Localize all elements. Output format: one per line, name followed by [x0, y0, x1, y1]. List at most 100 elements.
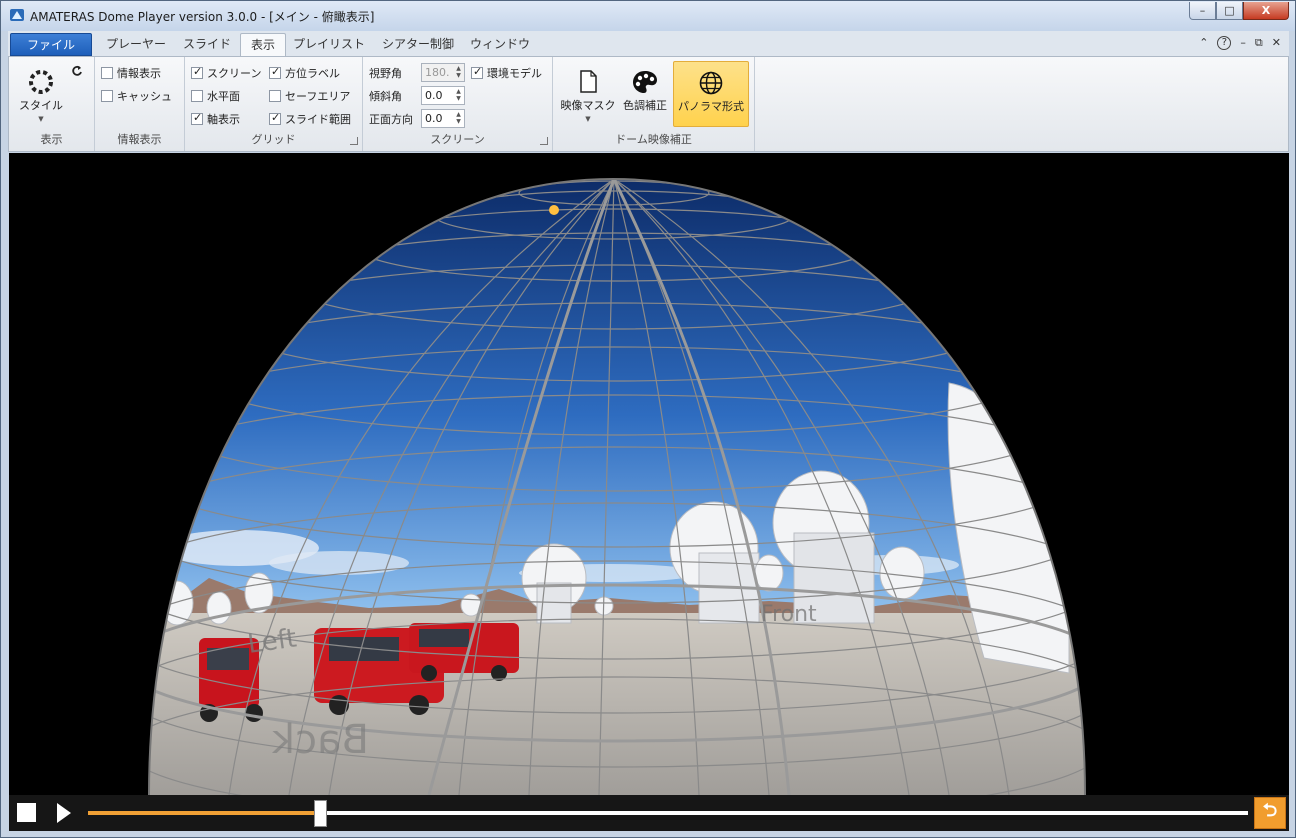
- ribbon-panel: スタイル ▼ 表示 情報表示 キャッシュ 情報表示 ✓ スクリーン 水平面 ✓ …: [8, 56, 1289, 152]
- video-mask-button[interactable]: 映像マスク ▼: [557, 61, 619, 127]
- field-tilt: 傾斜角 0.0 ▲ ▼: [369, 86, 465, 105]
- field-value: 180.: [425, 66, 450, 79]
- mdi-minimize-icon[interactable]: –: [1240, 36, 1246, 50]
- player-bar: ⮌: [9, 795, 1289, 831]
- checkbox-box[interactable]: [269, 65, 281, 79]
- checkbox-label: 軸表示: [207, 113, 240, 126]
- seek-thumb[interactable]: [314, 800, 327, 827]
- group-label-grid: グリッド: [251, 133, 296, 146]
- group-view: スタイル ▼ 表示: [9, 57, 95, 151]
- tab-file[interactable]: ファイル: [10, 33, 92, 56]
- panorama-format-button[interactable]: パノラマ形式: [673, 61, 749, 127]
- minimize-button[interactable]: –: [1189, 2, 1216, 20]
- checkbox-label: 環境モデル: [487, 67, 542, 80]
- field-label: 正面方向: [369, 112, 413, 126]
- stop-button[interactable]: [17, 803, 36, 822]
- ribbon-right-controls: ⌃ ? – ⧉ ✕: [1199, 36, 1281, 50]
- checkbox-label: 方位ラベル: [285, 67, 340, 80]
- spinner-icon: ▲ ▼: [456, 65, 461, 79]
- title-bar: AMATERAS Dome Player version 3.0.0 - [メイ…: [1, 1, 1295, 31]
- mdi-close-icon[interactable]: ✕: [1272, 36, 1281, 50]
- field-front-direction: 正面方向 0.0 ▲ ▼: [369, 109, 465, 128]
- ribbon-collapse-icon[interactable]: ⌃: [1199, 36, 1208, 50]
- video-mask-icon: [580, 70, 597, 93]
- loop-icon: ⮌: [1262, 800, 1278, 821]
- tilt-input[interactable]: 0.0 ▲ ▼: [421, 86, 465, 105]
- checkbox-label: セーフエリア: [285, 90, 351, 103]
- checkbox-box[interactable]: [101, 90, 113, 102]
- group-label-info: 情報表示: [117, 133, 162, 146]
- group-label-screen: スクリーン: [430, 133, 485, 146]
- seek-track[interactable]: [88, 811, 1248, 815]
- window-title: AMATERAS Dome Player version 3.0.0 - [メイ…: [30, 10, 375, 24]
- fov-input: 180. ▲ ▼: [421, 63, 465, 82]
- style-button[interactable]: スタイル ▼: [15, 61, 67, 127]
- field-label: 視野角: [369, 66, 402, 80]
- dialog-launcher-icon[interactable]: [350, 137, 358, 145]
- checkbox-label: 情報表示: [117, 67, 161, 80]
- dialog-launcher-icon[interactable]: [540, 137, 548, 145]
- tab-slide[interactable]: スライド: [173, 33, 241, 56]
- checkbox-screen[interactable]: スクリーン: [191, 65, 261, 81]
- style-ring-icon: [29, 70, 53, 94]
- checkbox-label: スライド範囲: [285, 113, 351, 126]
- checkbox-label: 水平面: [207, 90, 240, 103]
- spinner-icon[interactable]: ▲ ▼: [454, 88, 463, 103]
- checkbox-box[interactable]: [269, 111, 281, 125]
- app-logo-icon: [10, 9, 24, 21]
- direction-label-front: Front: [761, 602, 817, 627]
- tab-view[interactable]: 表示: [240, 33, 287, 56]
- checkbox-azimuth-label[interactable]: 方位ラベル: [269, 65, 340, 81]
- group-label-view: 表示: [40, 133, 63, 146]
- color-correction-button[interactable]: 色調補正: [619, 61, 671, 127]
- loop-button[interactable]: ⮌: [1254, 797, 1286, 829]
- checkbox-cache[interactable]: キャッシュ: [101, 88, 172, 104]
- front-direction-input[interactable]: 0.0 ▲ ▼: [421, 109, 465, 128]
- field-value: 0.0: [425, 89, 443, 102]
- play-button[interactable]: [57, 803, 71, 823]
- group-dome-correction: 映像マスク ▼ 色調補正 パノラマ形式 ドーム映像補正: [553, 57, 755, 151]
- close-button[interactable]: X: [1243, 2, 1289, 20]
- dome-viewport[interactable]: Left Front Back: [9, 153, 1289, 795]
- sun-spot: [549, 205, 559, 215]
- checkbox-info-display[interactable]: 情報表示: [101, 65, 161, 81]
- checkbox-slide-range[interactable]: スライド範囲: [269, 111, 351, 127]
- checkbox-box[interactable]: [191, 111, 203, 125]
- spinner-icon[interactable]: ▲ ▼: [454, 111, 463, 126]
- ribbon-tabbar: ファイル プレーヤー スライド 表示 プレイリスト シアター制御 ウィンドウ ⌃…: [8, 31, 1289, 56]
- checkbox-box[interactable]: [269, 90, 281, 102]
- checkbox-label: スクリーン: [207, 67, 262, 80]
- tab-window[interactable]: ウィンドウ: [460, 33, 540, 56]
- checkbox-axis-display[interactable]: 軸表示: [191, 111, 240, 127]
- tab-player[interactable]: プレーヤー: [96, 33, 176, 56]
- color-correction-label: 色調補正: [623, 99, 667, 112]
- checkbox-box[interactable]: [191, 90, 203, 102]
- help-icon[interactable]: ?: [1217, 36, 1232, 50]
- checkbox-box[interactable]: [191, 65, 203, 79]
- tab-playlist[interactable]: プレイリスト: [283, 33, 375, 56]
- maximize-button[interactable]: □: [1216, 2, 1243, 20]
- chevron-down-icon: ▼: [38, 115, 44, 123]
- group-grid: スクリーン 水平面 軸表示 方位ラベル セーフエリア スライド範囲: [185, 57, 363, 151]
- reset-icon[interactable]: [71, 65, 83, 77]
- video-mask-label: 映像マスク: [560, 99, 616, 112]
- app-window: AMATERAS Dome Player version 3.0.0 - [メイ…: [0, 0, 1296, 838]
- group-label-dome-correction: ドーム映像補正: [615, 133, 692, 146]
- checkbox-safe-area[interactable]: セーフエリア: [269, 88, 350, 104]
- checkbox-horizontal-plane[interactable]: 水平面: [191, 88, 240, 104]
- checkbox-box[interactable]: [471, 65, 483, 79]
- tab-theater-control[interactable]: シアター制御: [372, 33, 464, 56]
- direction-label-back: Back: [271, 717, 369, 763]
- group-screen: 視野角 180. ▲ ▼ 傾斜角 0.0 ▲ ▼ 正面方向 0.0 ▲ ▼ ✓ …: [363, 57, 553, 151]
- field-value: 0.0: [425, 112, 443, 125]
- style-button-label: スタイル: [19, 99, 63, 112]
- window-controls: – □ X: [1189, 2, 1289, 20]
- checkbox-box[interactable]: [101, 67, 113, 79]
- panorama-format-label: パノラマ形式: [678, 100, 744, 113]
- dome-view-canvas[interactable]: Left Front Back: [9, 153, 1289, 795]
- mdi-restore-icon[interactable]: ⧉: [1255, 36, 1263, 50]
- chevron-down-icon: ▼: [585, 115, 591, 123]
- checkbox-environment-model[interactable]: 環境モデル: [471, 65, 542, 81]
- group-info: 情報表示 キャッシュ 情報表示: [95, 57, 185, 151]
- palette-icon: [633, 71, 657, 93]
